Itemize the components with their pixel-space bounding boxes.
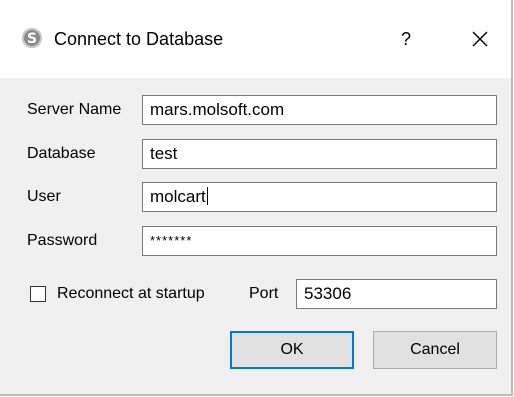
text-caret	[206, 187, 208, 205]
database-label: Database	[27, 145, 96, 162]
user-input[interactable]: molcart	[142, 182, 497, 212]
server-name-input[interactable]: mars.molsoft.com	[142, 95, 497, 125]
help-button[interactable]: ?	[390, 24, 422, 54]
dialog-title: Connect to Database	[54, 29, 224, 49]
close-button[interactable]	[460, 22, 500, 56]
server-name-label: Server Name	[27, 101, 122, 118]
connect-dialog: S Connect to Database ? Server Name mars…	[0, 0, 513, 396]
ok-button[interactable]: OK	[230, 331, 354, 369]
molsoft-s-icon: S	[22, 28, 42, 48]
svg-text:S: S	[27, 31, 37, 47]
port-label: Port	[249, 285, 279, 302]
reconnect-label[interactable]: Reconnect at startup	[57, 284, 205, 304]
cancel-button[interactable]: Cancel	[373, 331, 497, 369]
close-icon	[472, 31, 488, 47]
user-label: User	[27, 188, 61, 205]
title-bar: S Connect to Database ?	[0, 0, 511, 78]
port-input[interactable]: 53306	[296, 279, 497, 309]
reconnect-checkbox[interactable]	[30, 286, 46, 302]
password-input[interactable]: *******	[142, 226, 497, 256]
database-input[interactable]: test	[142, 139, 497, 169]
password-label: Password	[27, 232, 98, 249]
user-input-value: molcart	[150, 187, 206, 206]
dialog-body: Server Name mars.molsoft.com Database te…	[0, 78, 511, 394]
